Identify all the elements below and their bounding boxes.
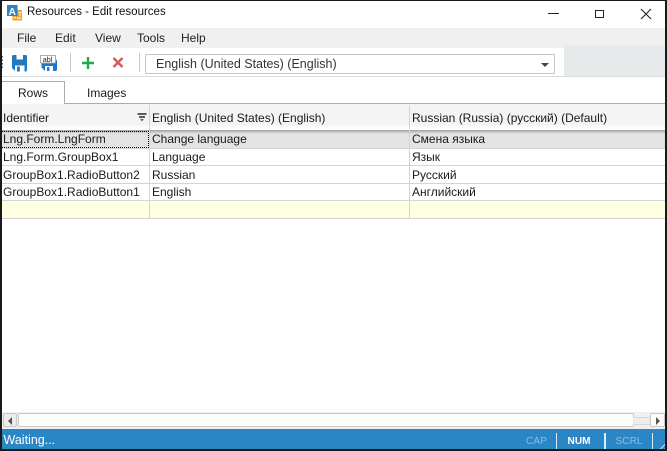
svg-text:A: A <box>9 7 16 18</box>
svg-text:abl: abl <box>43 55 53 64</box>
